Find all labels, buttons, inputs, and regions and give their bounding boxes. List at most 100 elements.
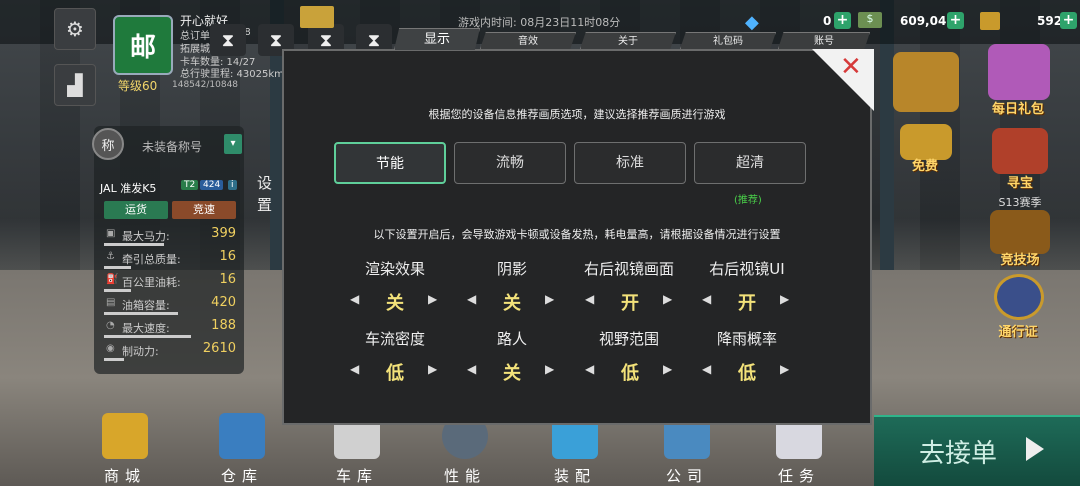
avatar[interactable]: 邮 <box>113 15 173 75</box>
add-gems-button[interactable]: + <box>834 12 851 29</box>
arrow-left-icon[interactable]: ◀ <box>467 362 476 376</box>
add-gold-button[interactable]: + <box>1060 12 1077 29</box>
tab-display[interactable]: 显示 <box>394 28 480 50</box>
postal-logo-icon: 邮 <box>129 32 156 63</box>
arena-label[interactable]: 竞技场 <box>985 249 1055 268</box>
setting-rain-chance-value: 低 <box>738 363 756 384</box>
quality-standard-button[interactable]: 标准 <box>574 142 686 184</box>
hook-icon: ⚓ <box>106 251 115 262</box>
arrow-left-icon[interactable]: ◀ <box>702 362 711 376</box>
treasure-hunt-label[interactable]: 寻宝 <box>985 172 1055 191</box>
gift-box-icon[interactable] <box>988 44 1050 100</box>
stat-max-speed: ◔ 最大速度: 188 <box>104 318 238 338</box>
speedometer-icon: ◔ <box>106 320 115 331</box>
setting-shadow-value: 关 <box>503 293 521 314</box>
gold-bar-icon <box>980 12 1000 30</box>
recommended-tag: (推荐) <box>734 195 762 206</box>
setting-traffic-density-label: 车流密度 <box>364 330 425 348</box>
title-dropdown-button[interactable]: ▾ <box>224 134 242 154</box>
settings-gear-button[interactable]: ⚙ <box>54 8 96 50</box>
video-reward-icon[interactable] <box>893 52 959 112</box>
arrow-right-icon[interactable]: ▶ <box>428 362 437 376</box>
podium-icon: ▟ <box>67 73 83 97</box>
arrow-left-icon[interactable]: ◀ <box>467 292 476 306</box>
setting-mirror-ui-value: 开 <box>738 293 756 314</box>
shopping-basket-icon <box>102 413 148 459</box>
settings-title: 设置 <box>257 174 273 214</box>
diamond-icon: ◆ <box>745 12 759 33</box>
tab-about[interactable]: 关于 <box>580 32 676 49</box>
tab-sound[interactable]: 音效 <box>480 32 576 49</box>
quality-smooth-button[interactable]: 流畅 <box>454 142 566 184</box>
season-label: S13赛季 <box>998 196 1042 209</box>
arrow-right-icon[interactable]: ▶ <box>545 292 554 306</box>
setting-pedestrians-label: 路人 <box>496 330 527 348</box>
daily-gift-label[interactable]: 每日礼包 <box>983 98 1053 117</box>
free-label[interactable]: 免费 <box>890 155 960 174</box>
quality-power-save-button[interactable]: 节能 <box>334 142 446 184</box>
setting-mirror-view-value: 开 <box>621 293 639 314</box>
pass-card-icon[interactable] <box>994 274 1044 320</box>
quality-hint: 根据您的设备信息推荐画质选项，建议选择推荐画质进行游戏 <box>428 108 726 121</box>
setting-view-distance-value: 低 <box>621 363 639 384</box>
title-slot: 未装备称号 <box>142 140 203 154</box>
arrow-left-icon[interactable]: ◀ <box>350 292 359 306</box>
gear-icon: ⚙ <box>66 17 84 41</box>
stat-bar <box>104 289 131 292</box>
podium-button[interactable]: ▟ <box>54 64 96 106</box>
add-cash-button[interactable]: + <box>947 12 964 29</box>
arrow-left-icon[interactable]: ◀ <box>350 362 359 376</box>
title-badge: 称 <box>92 128 124 160</box>
stat-horsepower: ▣ 最大马力: 399 <box>104 226 238 246</box>
setting-shadow-label: 阴影 <box>496 260 527 278</box>
stat-fuel-consumption: ⛽ 百公里油耗: 16 <box>104 272 238 292</box>
battle-pass-label[interactable]: 通行证 <box>983 321 1053 340</box>
xp-progress: 148542/10848 <box>172 80 239 90</box>
truck-tier-tag: T2 <box>181 180 199 190</box>
stat-bar <box>104 243 164 246</box>
warehouse-icon <box>219 413 265 459</box>
arrow-left-icon[interactable]: ◀ <box>702 292 711 306</box>
setting-view-distance-label: 视野范围 <box>598 330 659 348</box>
stat-bar <box>104 335 191 338</box>
arrow-right-icon[interactable]: ▶ <box>780 292 789 306</box>
mail-icon[interactable] <box>300 6 334 28</box>
close-icon[interactable]: ✕ <box>840 52 862 82</box>
accept-order-button[interactable]: 去接单 <box>874 415 1080 486</box>
stat-bar <box>104 266 131 269</box>
stat-tank-capacity: ▤ 油箱容量: 420 <box>104 295 238 315</box>
total-mileage: 总行驶里程: 43025km <box>180 69 284 80</box>
play-arrow-icon <box>1026 437 1044 461</box>
hourglass-icon[interactable]: ⧗ <box>210 24 246 56</box>
player-level: 等级60 <box>118 79 158 93</box>
race-mode-button[interactable]: 竞速 <box>172 201 236 219</box>
tank-icon: ▤ <box>106 297 116 308</box>
stat-bar <box>104 312 178 315</box>
truck-info-button[interactable]: i <box>228 180 237 190</box>
cash-icon: $ <box>858 12 882 28</box>
quality-ultra-button[interactable]: 超清 <box>694 142 806 184</box>
arrow-right-icon[interactable]: ▶ <box>780 362 789 376</box>
cargo-mode-button[interactable]: 运货 <box>104 201 168 219</box>
tab-account[interactable]: 账号 <box>778 32 870 49</box>
nav-warehouse[interactable]: 仓库 <box>205 405 279 486</box>
arrow-left-icon[interactable]: ◀ <box>585 362 594 376</box>
treasure-hunt-icon[interactable] <box>992 128 1048 174</box>
gem-count: 0 <box>823 14 832 28</box>
arrow-right-icon[interactable]: ▶ <box>663 292 672 306</box>
setting-mirror-ui-label: 右后视镜UI <box>709 260 785 278</box>
game-time: 游戏内时间: 08月23日11时08分 <box>458 16 621 29</box>
setting-traffic-density-value: 低 <box>386 363 404 384</box>
arrow-right-icon[interactable]: ▶ <box>545 362 554 376</box>
nav-shop[interactable]: 商城 <box>88 405 162 486</box>
setting-render-effect-label: 渲染效果 <box>364 260 425 278</box>
arrow-right-icon[interactable]: ▶ <box>663 362 672 376</box>
tab-gift-code[interactable]: 礼包码 <box>680 32 776 49</box>
arena-shield-icon[interactable] <box>990 210 1050 254</box>
arrow-right-icon[interactable]: ▶ <box>428 292 437 306</box>
arrow-left-icon[interactable]: ◀ <box>585 292 594 306</box>
truck-power-tag: 424 <box>200 180 224 190</box>
gold-count: 592 <box>1037 14 1063 28</box>
engine-icon: ▣ <box>106 228 116 239</box>
stat-bar <box>104 358 124 361</box>
